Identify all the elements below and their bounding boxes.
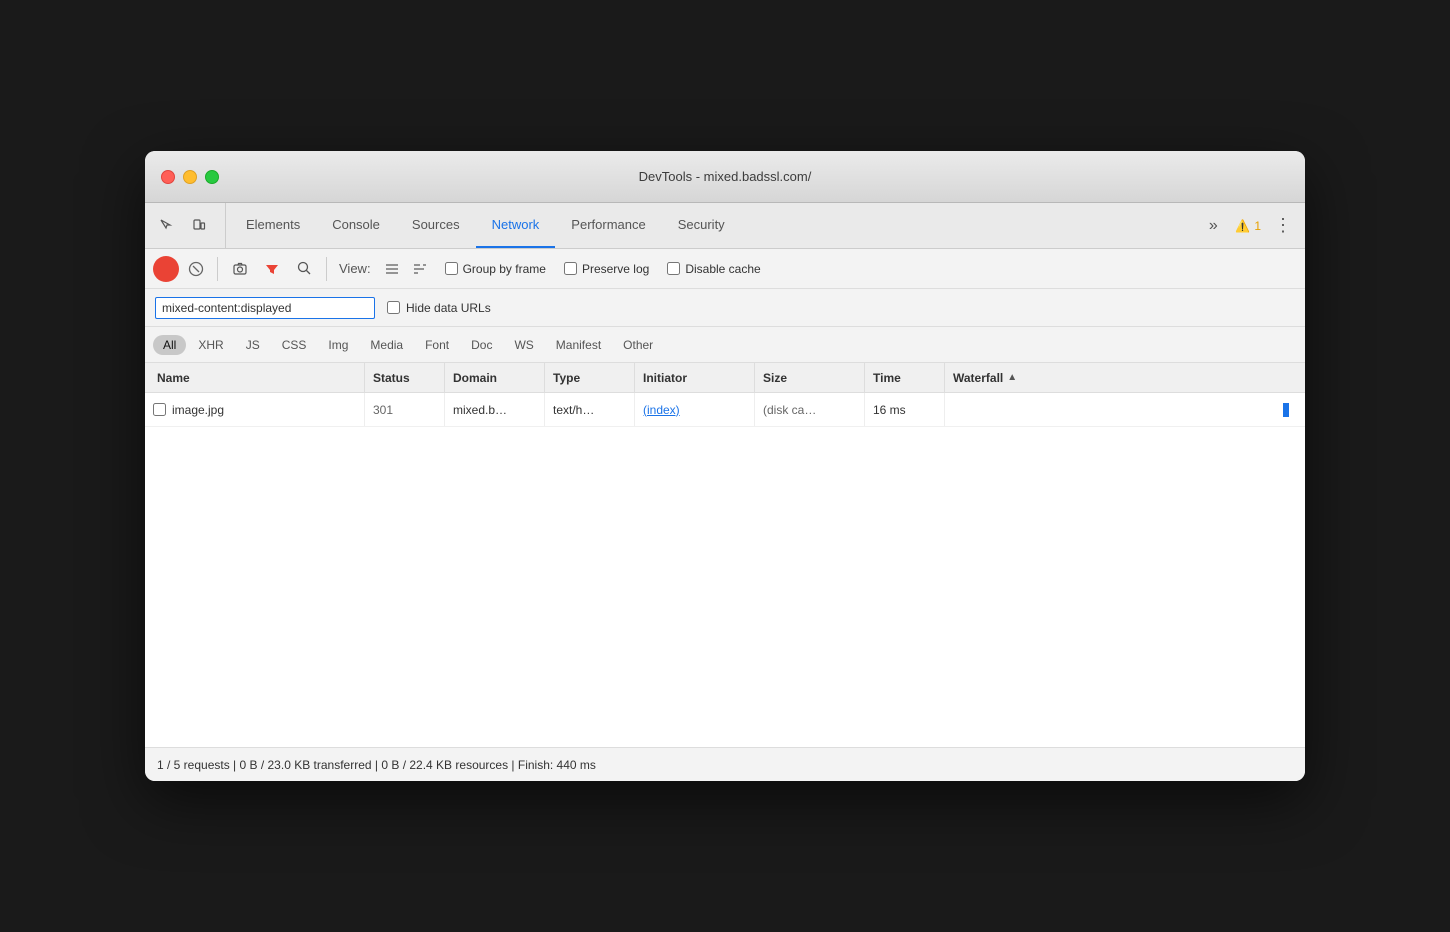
status-bar: 1 / 5 requests | 0 B / 23.0 KB transferr… bbox=[145, 747, 1305, 781]
col-header-time[interactable]: Time bbox=[865, 363, 945, 392]
filter-input[interactable] bbox=[155, 297, 375, 319]
title-bar: DevTools - mixed.badssl.com/ bbox=[145, 151, 1305, 203]
divider-2 bbox=[326, 257, 327, 281]
tab-sources[interactable]: Sources bbox=[396, 203, 476, 248]
status-text: 1 / 5 requests | 0 B / 23.0 KB transferr… bbox=[157, 758, 596, 772]
col-header-waterfall[interactable]: Waterfall ▲ bbox=[945, 363, 1305, 392]
divider-1 bbox=[217, 257, 218, 281]
clear-button[interactable] bbox=[183, 256, 209, 282]
row-checkbox[interactable] bbox=[153, 403, 166, 416]
traffic-lights bbox=[145, 170, 219, 184]
filter-types-bar: All XHR JS CSS Img Media Font Doc WS Man… bbox=[145, 327, 1305, 363]
filter-type-media[interactable]: Media bbox=[360, 335, 413, 355]
warning-count: 1 bbox=[1254, 219, 1261, 233]
cell-size: (disk ca… bbox=[755, 393, 865, 426]
screenshot-button[interactable] bbox=[226, 255, 254, 283]
filter-type-other[interactable]: Other bbox=[613, 335, 663, 355]
table-empty-area bbox=[145, 427, 1305, 747]
disable-cache-checkbox[interactable] bbox=[667, 262, 680, 275]
filter-button[interactable] bbox=[258, 255, 286, 283]
hide-data-urls-checkbox[interactable] bbox=[387, 301, 400, 314]
tab-bar-icons bbox=[153, 203, 226, 248]
close-button[interactable] bbox=[161, 170, 175, 184]
cell-initiator: (index) bbox=[635, 393, 755, 426]
maximize-button[interactable] bbox=[205, 170, 219, 184]
tab-console[interactable]: Console bbox=[316, 203, 396, 248]
filter-type-js[interactable]: JS bbox=[236, 335, 270, 355]
tab-bar-right: » ⚠️ 1 ⋮ bbox=[1191, 203, 1297, 248]
waterfall-view-button[interactable] bbox=[407, 256, 433, 282]
filter-type-manifest[interactable]: Manifest bbox=[546, 335, 611, 355]
tab-items: Elements Console Sources Network Perform… bbox=[230, 203, 1191, 248]
list-view-button[interactable] bbox=[379, 256, 405, 282]
menu-button[interactable]: ⋮ bbox=[1269, 212, 1297, 240]
warning-icon: ⚠️ bbox=[1235, 219, 1250, 233]
view-icons bbox=[379, 256, 433, 282]
tab-security[interactable]: Security bbox=[662, 203, 741, 248]
cell-status: 301 bbox=[365, 393, 445, 426]
preserve-log-checkbox[interactable] bbox=[564, 262, 577, 275]
filter-type-ws[interactable]: WS bbox=[504, 335, 543, 355]
cell-domain: mixed.b… bbox=[445, 393, 545, 426]
filter-type-all[interactable]: All bbox=[153, 335, 186, 355]
initiator-link[interactable]: (index) bbox=[643, 403, 680, 417]
devtools-window: DevTools - mixed.badssl.com/ Elements Co… bbox=[145, 151, 1305, 781]
col-header-initiator[interactable]: Initiator bbox=[635, 363, 755, 392]
group-by-frame-label[interactable]: Group by frame bbox=[445, 262, 546, 276]
group-by-frame-checkbox[interactable] bbox=[445, 262, 458, 275]
cell-type: text/h… bbox=[545, 393, 635, 426]
filter-type-xhr[interactable]: XHR bbox=[188, 335, 233, 355]
inspect-icon[interactable] bbox=[153, 212, 181, 240]
more-tabs-button[interactable]: » bbox=[1199, 212, 1227, 240]
table-header: Name Status Domain Type Initiator Size T… bbox=[145, 363, 1305, 393]
cell-time: 16 ms bbox=[865, 393, 945, 426]
tab-performance[interactable]: Performance bbox=[555, 203, 661, 248]
filter-row: Hide data URLs bbox=[145, 289, 1305, 327]
col-header-type[interactable]: Type bbox=[545, 363, 635, 392]
col-header-size[interactable]: Size bbox=[755, 363, 865, 392]
disable-cache-label[interactable]: Disable cache bbox=[667, 262, 760, 276]
hide-data-urls-label[interactable]: Hide data URLs bbox=[387, 301, 491, 315]
filter-type-img[interactable]: Img bbox=[318, 335, 358, 355]
window-title: DevTools - mixed.badssl.com/ bbox=[639, 169, 812, 184]
tab-elements[interactable]: Elements bbox=[230, 203, 316, 248]
search-button[interactable] bbox=[290, 255, 318, 283]
col-header-status[interactable]: Status bbox=[365, 363, 445, 392]
col-header-domain[interactable]: Domain bbox=[445, 363, 545, 392]
cell-waterfall bbox=[945, 393, 1305, 426]
tab-network[interactable]: Network bbox=[476, 203, 556, 248]
record-button[interactable] bbox=[153, 256, 179, 282]
view-label: View: bbox=[339, 261, 371, 276]
tab-bar: Elements Console Sources Network Perform… bbox=[145, 203, 1305, 249]
filter-type-font[interactable]: Font bbox=[415, 335, 459, 355]
preserve-log-label[interactable]: Preserve log bbox=[564, 262, 649, 276]
waterfall-bar bbox=[1283, 403, 1289, 417]
device-mode-icon[interactable] bbox=[185, 212, 213, 240]
network-table: Name Status Domain Type Initiator Size T… bbox=[145, 363, 1305, 747]
sort-arrow-icon: ▲ bbox=[1007, 372, 1017, 383]
col-header-name[interactable]: Name bbox=[145, 363, 365, 392]
network-toolbar: View: Group by frame bbox=[145, 249, 1305, 289]
warning-badge[interactable]: ⚠️ 1 bbox=[1235, 219, 1261, 233]
filter-type-css[interactable]: CSS bbox=[272, 335, 317, 355]
minimize-button[interactable] bbox=[183, 170, 197, 184]
table-row[interactable]: image.jpg 301 mixed.b… text/h… (index) (… bbox=[145, 393, 1305, 427]
filter-type-doc[interactable]: Doc bbox=[461, 335, 502, 355]
cell-name: image.jpg bbox=[145, 393, 365, 426]
checkbox-group: Group by frame Preserve log Disable cach… bbox=[445, 262, 761, 276]
